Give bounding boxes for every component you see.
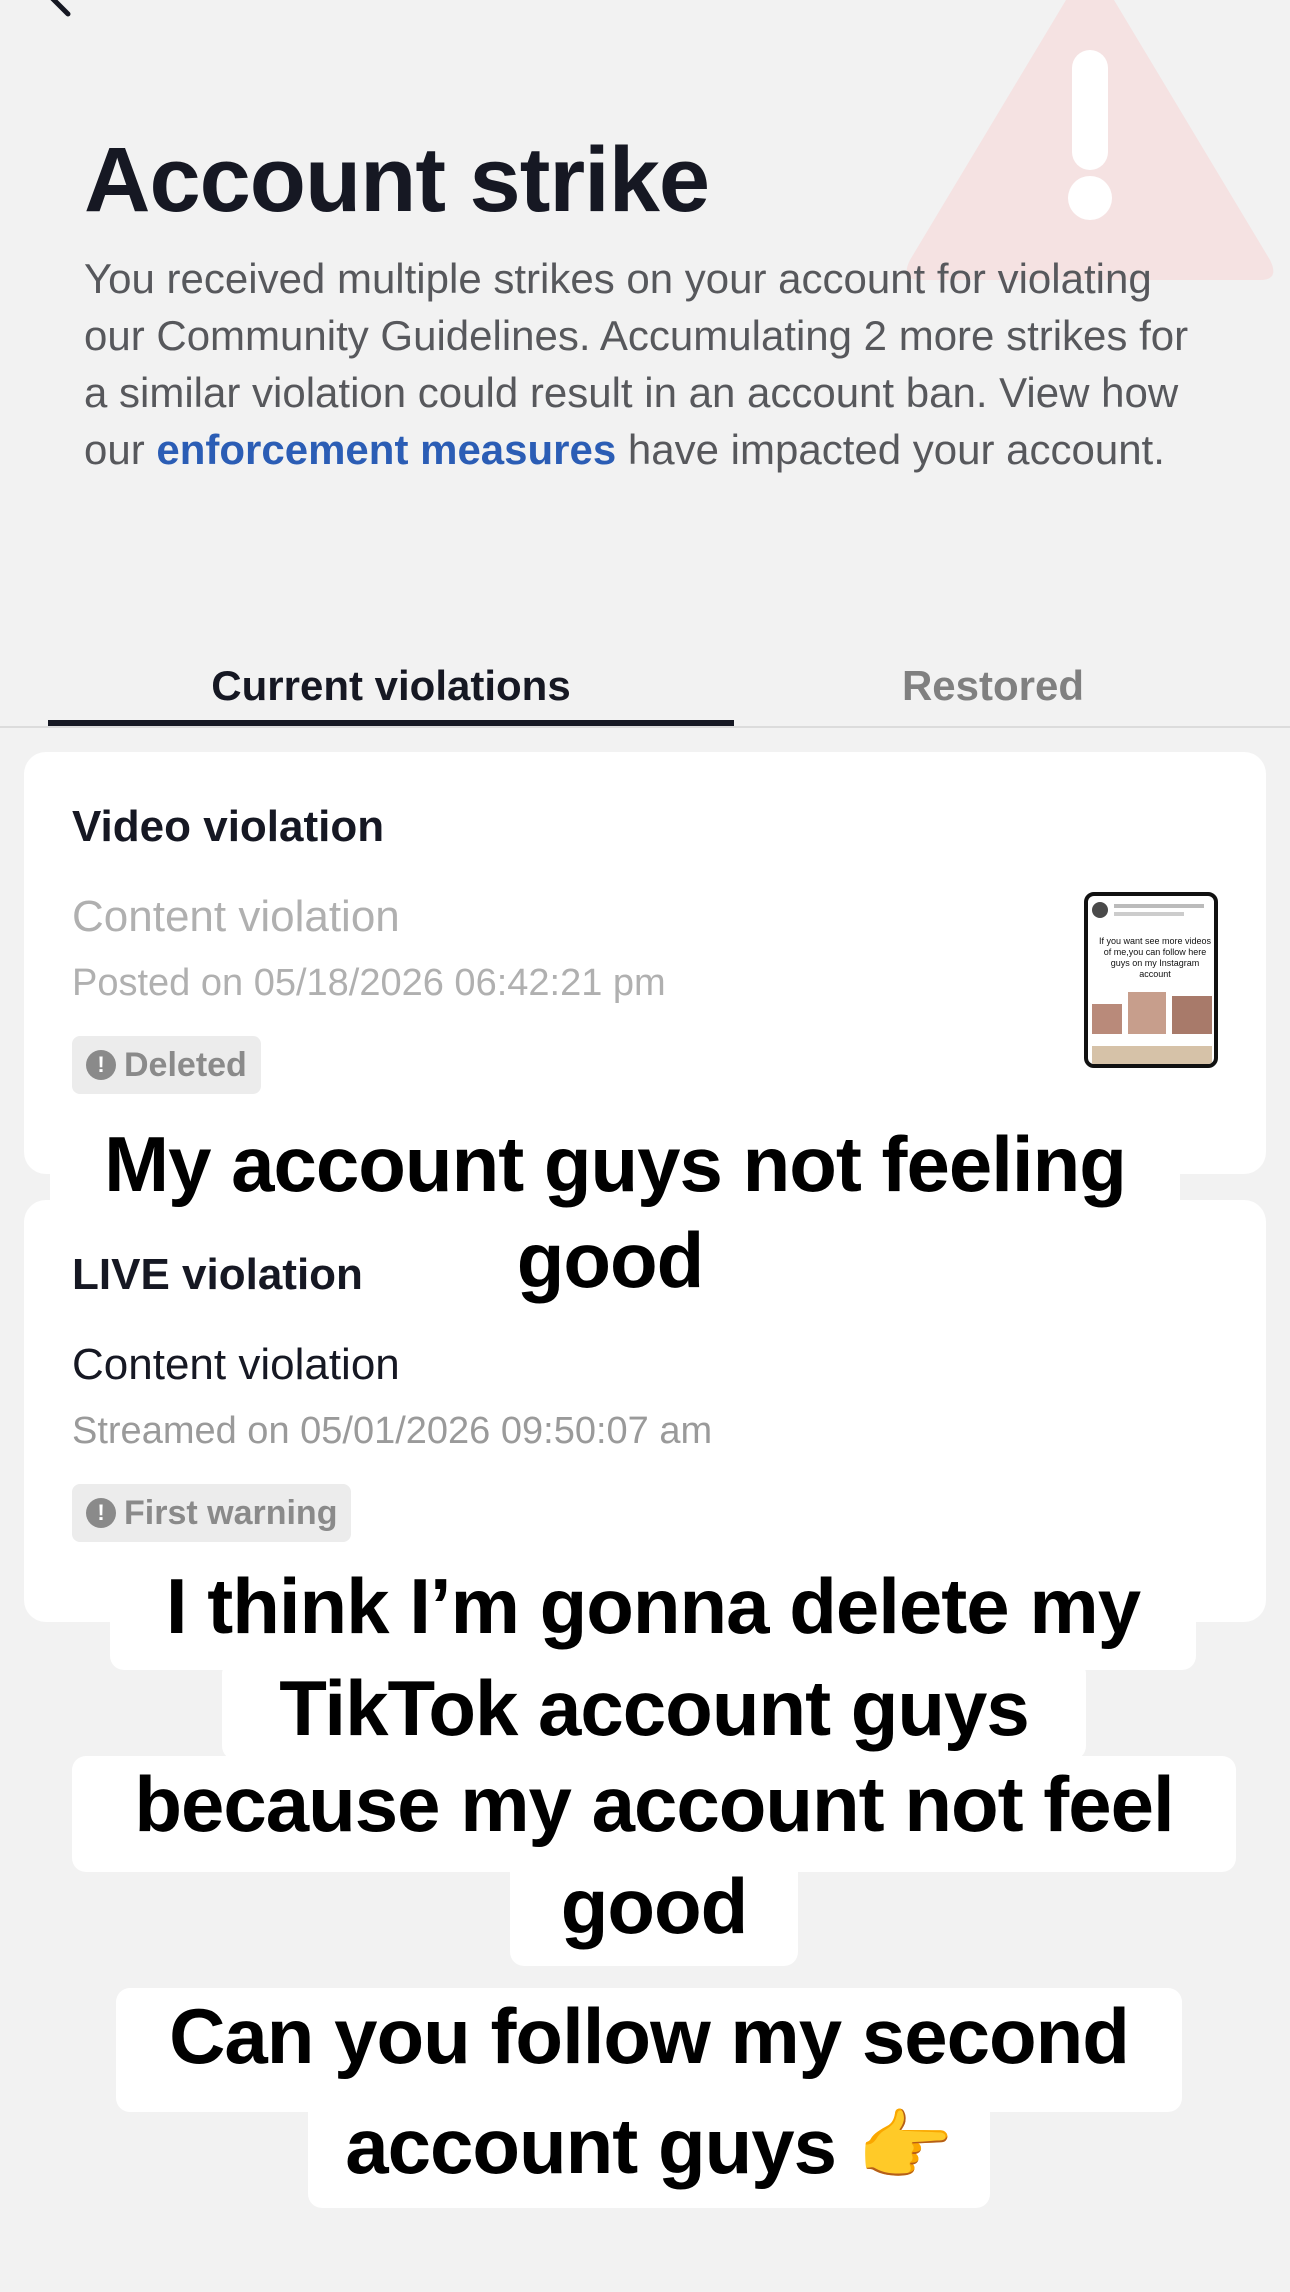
thumbnail-graphic: [1092, 902, 1212, 1064]
caption-line: I think I’m gonna delete my: [110, 1558, 1196, 1670]
violation-heading: LIVE violation: [72, 1250, 363, 1299]
violation-date: Streamed on 05/01/2026 09:50:07 am: [72, 1410, 713, 1452]
thumbnail-caption: If you want see more videos of me,you ca…: [1098, 936, 1212, 979]
video-violation-card[interactable]: Video violation Content violation Posted…: [24, 752, 1266, 1174]
violation-type: Content violation: [72, 892, 400, 941]
violation-type: Content violation: [72, 1340, 400, 1389]
tab-restored[interactable]: Restored: [650, 662, 1290, 710]
status-label: Deleted: [124, 1045, 247, 1084]
caption-line: because my account not feel: [72, 1756, 1236, 1872]
caption-line: good: [516, 1216, 705, 1304]
violation-date: Posted on 05/18/2026 06:42:21 pm: [72, 962, 666, 1004]
exclamation-icon: !: [86, 1050, 116, 1080]
status-badge: ! First warning: [72, 1484, 352, 1542]
violation-heading: Video violation: [72, 802, 385, 851]
status-label: First warning: [124, 1493, 338, 1532]
exclamation-icon: !: [86, 1498, 116, 1528]
page-title: Account strike: [84, 129, 710, 231]
description-text-end: have impacted your account.: [616, 426, 1165, 473]
enforcement-measures-link[interactable]: enforcement measures: [156, 426, 616, 473]
strike-description: You received multiple strikes on your ac…: [84, 250, 1204, 478]
caption-line: good: [510, 1858, 798, 1966]
status-badge: ! Deleted: [72, 1036, 261, 1094]
video-thumbnail[interactable]: If you want see more videos of me,you ca…: [1084, 892, 1218, 1068]
caption-line: account guys 👉: [308, 2098, 990, 2208]
caption-line: TikTok account guys: [222, 1660, 1086, 1760]
tab-current-violations[interactable]: Current violations: [48, 662, 734, 710]
caption-line: Can you follow my second: [116, 1988, 1182, 2112]
active-tab-indicator: [48, 720, 734, 726]
violation-tabs: Current violations Restored: [0, 650, 1290, 728]
warning-triangle-icon: [906, 0, 1274, 280]
caption-line: My account guys not feeling: [50, 1116, 1180, 1216]
chevron-left-icon[interactable]: [40, 0, 80, 22]
